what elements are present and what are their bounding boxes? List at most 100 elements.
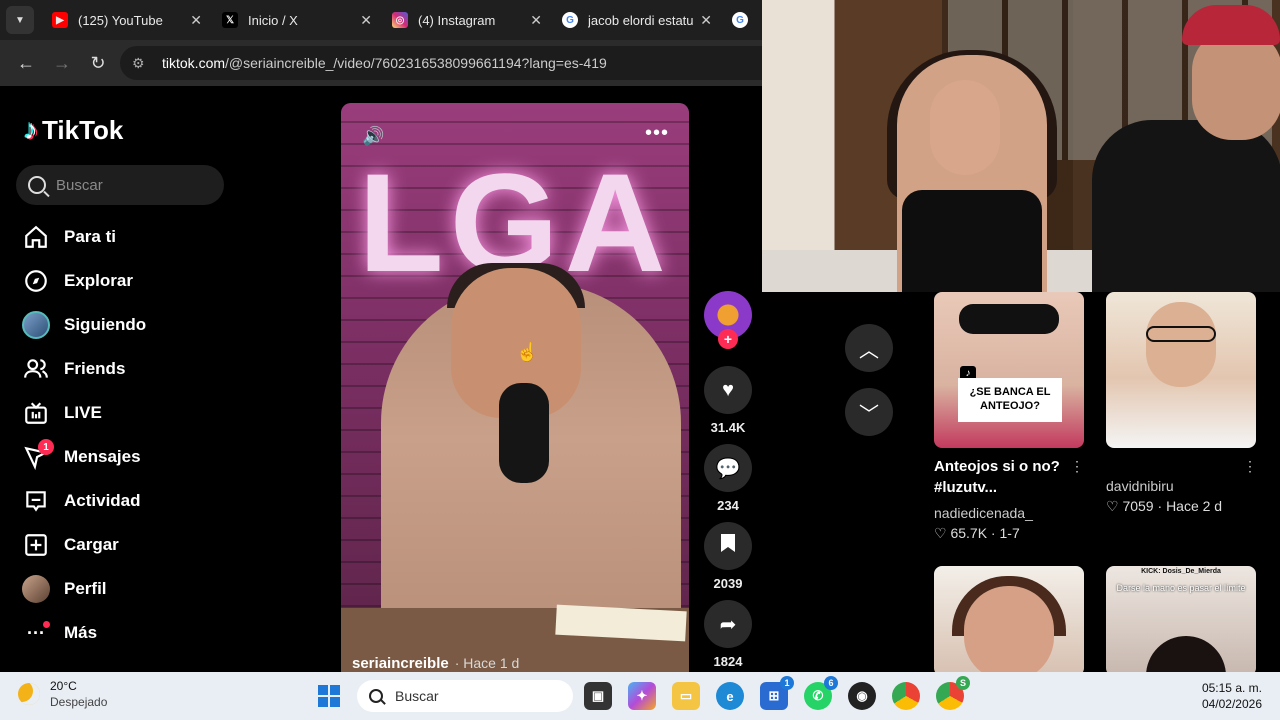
profile-avatar [20,573,52,605]
recommended-meta: ♡ 7059 · Hace 2 d [1106,498,1223,514]
more-options-icon[interactable]: ⋮ [1243,458,1257,475]
sidebar-item-siguiendo[interactable]: Siguiendo [20,303,240,347]
video-more-icon[interactable]: ••• [645,122,669,145]
back-button[interactable]: ← [12,49,40,77]
recommended-meta: ♡ 65.7K · 1-7 [934,525,1020,541]
sidebar-item-cargar[interactable]: Cargar [20,523,240,567]
video-player[interactable]: LGA [341,103,689,673]
clock-date: 04/02/2026 [1201,697,1262,711]
browser-tabbar: ▼ ▶ (125) YouTube ✕ 𝕏 Inicio / X ✕ ◎ (4)… [0,0,762,40]
chrome-icon[interactable] [892,682,920,710]
chevron-down-icon: ▼ [15,14,25,26]
tab-google-search[interactable]: G jacob elordi estatu ✕ [552,0,722,40]
windows-start-icon[interactable] [318,685,340,707]
taskbar-search[interactable]: Buscar [357,680,573,712]
recommended-title[interactable]: Anteojos si o no? #luzutv... [934,456,1064,498]
edge-icon[interactable]: e [716,682,744,710]
weather-widget[interactable]: 20°C Despejado [18,678,107,710]
chrome-profile-badge: S [956,676,970,690]
close-icon[interactable]: ✕ [700,12,712,29]
x-icon: 𝕏 [222,12,238,28]
more-options-icon[interactable]: ⋮ [1070,458,1084,475]
tab-instagram[interactable]: ◎ (4) Instagram ✕ [382,0,552,40]
more-icon: ··· [20,617,52,649]
forward-button[interactable]: → [48,49,76,77]
man-cap [1182,5,1280,45]
sidebar-item-label: Perfil [64,579,107,598]
messages-badge: 1 [38,439,54,455]
chevron-down-icon: ﹀ [859,403,879,426]
site-settings-icon[interactable]: ⚙ [132,55,152,72]
file-explorer-icon[interactable]: ▭ [672,682,700,710]
close-icon[interactable]: ✕ [190,12,202,29]
sidebar-item-explorar[interactable]: Explorar [20,259,240,303]
sunglasses [959,304,1059,334]
sidebar-item-live[interactable]: LIVE [20,391,240,435]
recommended-video-thumbnail[interactable] [934,566,1084,676]
recommended-video-thumbnail[interactable]: KICK: Dosis_De_Mierda Darse la mano es p… [1106,566,1256,676]
follow-plus-button[interactable]: + [718,329,738,349]
next-video-button[interactable]: ﹀ [845,388,893,436]
recommended-video-thumbnail[interactable]: ♪ ¿SE BANCA EL ANTEOJO? [934,292,1084,448]
url-host: tiktok.com [162,55,226,71]
recommended-video-thumbnail[interactable] [1106,292,1256,448]
comment-button[interactable]: 💬 [704,444,752,492]
sidebar-item-label: LIVE [64,403,102,422]
sidebar-item-mensajes[interactable]: 1 Mensajes [20,435,240,479]
google-icon: G [732,12,748,28]
task-view-icon[interactable]: ▣ [584,682,612,710]
recommended-author[interactable]: davidnibiru [1106,478,1174,494]
video-author[interactable]: seriaincreible · Hace 1 d [352,655,519,672]
save-button[interactable] [704,522,752,570]
copilot-icon[interactable]: ✦ [628,682,656,710]
sidebar-item-label: Explorar [64,271,133,290]
sidebar-item-para-ti[interactable]: Para ti [20,215,240,259]
youtube-icon: ▶ [52,12,68,28]
address-bar[interactable]: ⚙ tiktok.com/@seriaincreible_/video/7602… [120,46,762,80]
previous-video-button[interactable]: ︿ [845,324,893,372]
comment-count: 234 [717,498,739,513]
recommended-likes: 65.7K [950,525,988,541]
like-button[interactable]: ♥ [704,366,752,414]
tab-x[interactable]: 𝕏 Inicio / X ✕ [212,0,382,40]
heart-icon: ♥ [722,378,734,401]
thumbnail-overlay-top: KICK: Dosis_De_Mierda [1141,568,1221,575]
whatsapp-icon[interactable]: ✆ 6 [804,676,838,710]
tab-title: (125) YouTube [78,12,163,28]
volume-icon[interactable]: 🔊 [362,126,384,147]
live-icon [20,397,52,429]
chrome-profile-icon[interactable]: S [936,676,970,710]
tiktok-logo[interactable]: ♪ TikTok [24,114,123,146]
sidebar-item-friends[interactable]: Friends [20,347,240,391]
tab-title: (4) Instagram [418,12,496,28]
sidebar-item-actividad[interactable]: Actividad [20,479,240,523]
woman-top [902,190,1042,292]
search-input[interactable]: Buscar [16,165,224,205]
microsoft-store-icon[interactable]: ⊞ 1 [760,676,794,710]
author-name[interactable]: seriaincreible [352,655,449,672]
close-icon[interactable]: ✕ [530,12,542,29]
comment-icon: 💬 [715,457,741,480]
share-button[interactable]: ➦ [704,600,752,648]
reload-button[interactable]: ↻ [84,49,112,77]
search-icon [28,176,46,194]
microphone [499,383,549,483]
close-icon[interactable]: ✕ [360,12,372,29]
share-count: 1824 [713,654,743,669]
tab-youtube[interactable]: ▶ (125) YouTube ✕ [42,0,212,40]
sidebar-item-mas[interactable]: ··· Más [20,611,240,655]
system-clock[interactable]: 05:15 a. m. 04/02/2026 [1202,680,1262,712]
tab-google-partial[interactable]: G pe [722,0,762,40]
heart-outline-icon: ♡ [934,525,947,541]
sidebar-item-label: Para ti [64,227,116,246]
recommended-date: 1-7 [999,525,1020,541]
tab-search-dropdown[interactable]: ▼ [6,6,34,34]
sidebar-item-label: Siguiendo [64,315,147,334]
following-avatar [20,309,52,341]
obs-icon[interactable]: ◉ [848,682,876,710]
moon-icon [18,683,40,705]
sidebar-item-perfil[interactable]: Perfil [20,567,240,611]
thumbnail-overlay-text: Darse la mano es pasar el límite [1116,583,1246,593]
recommended-author[interactable]: nadiedicenada_ [934,505,1033,521]
video-age: · Hace 1 d [454,655,520,671]
